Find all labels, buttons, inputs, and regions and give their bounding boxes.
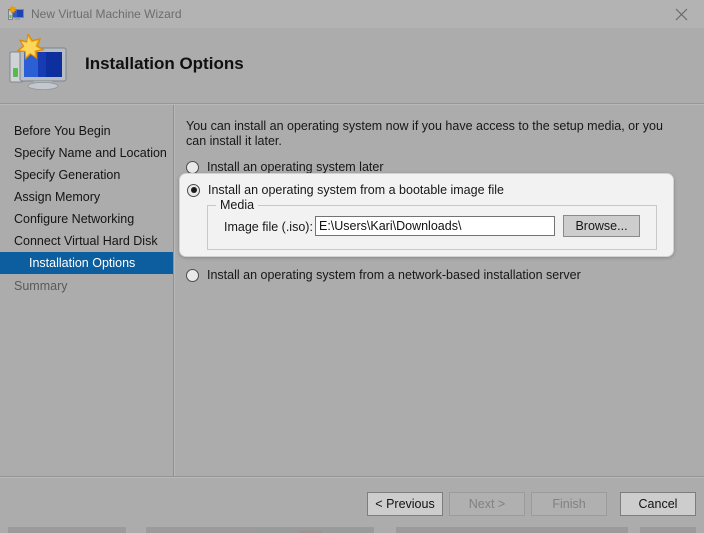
- radio-circle-selected-icon: [187, 183, 200, 197]
- sidebar-item-specify-generation[interactable]: Specify Generation: [0, 164, 173, 186]
- radio-circle-icon: [186, 160, 199, 174]
- media-groupbox-title: Media: [216, 198, 259, 212]
- wizard-steps-sidebar: Before You Begin Specify Name and Locati…: [0, 105, 173, 476]
- bootable-image-option-card: Install an operating system from a boota…: [179, 173, 674, 257]
- title-bar: New Virtual Machine Wizard: [0, 0, 704, 28]
- wizard-footer: < Previous Next > Finish Cancel: [0, 478, 704, 533]
- image-file-label: Image file (.iso):: [224, 220, 313, 234]
- wizard-header: Installation Options: [0, 28, 704, 104]
- virtual-machine-large-icon: [8, 32, 74, 92]
- image-file-input[interactable]: [315, 216, 555, 236]
- radio-install-from-image[interactable]: Install an operating system from a boota…: [187, 180, 504, 200]
- new-virtual-machine-wizard-window: New Virtual Machine Wizard Installation …: [0, 0, 704, 533]
- sidebar-item-before-you-begin[interactable]: Before You Begin: [0, 120, 173, 142]
- close-icon[interactable]: [659, 0, 704, 28]
- sidebar-item-installation-options[interactable]: Installation Options: [0, 252, 173, 274]
- installation-options-pane: You can install an operating system now …: [175, 105, 704, 476]
- finish-button: Finish: [531, 492, 607, 516]
- intro-text: You can install an operating system now …: [186, 119, 663, 148]
- sidebar-item-connect-virtual-hard-disk[interactable]: Connect Virtual Hard Disk: [0, 230, 173, 252]
- radio-install-from-image-label: Install an operating system from a boota…: [208, 183, 504, 197]
- previous-button[interactable]: < Previous: [367, 492, 443, 516]
- radio-install-later-label: Install an operating system later: [207, 160, 384, 174]
- page-title: Installation Options: [85, 54, 244, 73]
- radio-circle-icon: [186, 268, 199, 282]
- window-title: New Virtual Machine Wizard: [31, 7, 182, 21]
- radio-install-from-network-label: Install an operating system from a netwo…: [207, 268, 581, 282]
- sidebar-item-summary[interactable]: Summary: [0, 275, 173, 297]
- virtual-machine-icon: [8, 5, 25, 22]
- sidebar-item-configure-networking[interactable]: Configure Networking: [0, 208, 173, 230]
- radio-install-from-network[interactable]: Install an operating system from a netwo…: [186, 265, 581, 285]
- sidebar-item-specify-name-and-location[interactable]: Specify Name and Location: [0, 142, 173, 164]
- sidebar-item-assign-memory[interactable]: Assign Memory: [0, 186, 173, 208]
- browse-button[interactable]: Browse...: [563, 215, 640, 237]
- next-button: Next >: [449, 492, 525, 516]
- cancel-button[interactable]: Cancel: [620, 492, 696, 516]
